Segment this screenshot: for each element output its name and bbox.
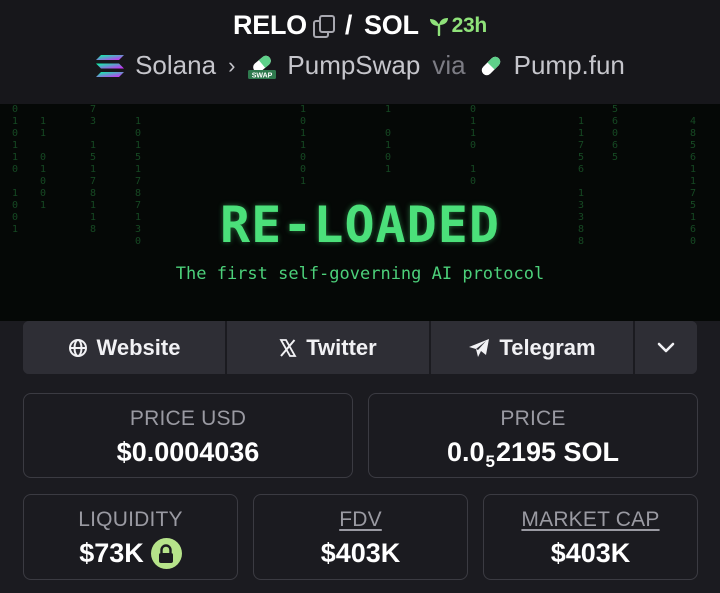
pair-separator: / — [344, 10, 353, 40]
banner-subtitle: The first self-governing AI protocol — [175, 264, 545, 284]
market-cap-label[interactable]: MARKET CAP — [484, 508, 697, 532]
price-suffix: 2195 SOL — [495, 437, 620, 467]
pumpfun-icon — [481, 56, 500, 75]
price-usd-value: $0.0004036 — [116, 437, 260, 467]
liquidity-value: $73K — [79, 538, 144, 568]
code-rain-column: 5 6 0 6 5 — [612, 104, 619, 163]
pair-header: RELO / SOL 23h Solana › SWAP PumpSwap vi… — [0, 0, 720, 104]
chevron-down-icon — [657, 342, 675, 352]
price-usd-label: PRICE USD — [129, 407, 247, 430]
chain-link[interactable]: Solana — [135, 50, 216, 81]
price-prefix: 0.0 — [446, 437, 485, 467]
liquidity-label: LIQUIDITY — [78, 508, 183, 531]
x-logo-icon — [279, 338, 297, 357]
telegram-button[interactable]: Telegram — [431, 321, 635, 374]
telegram-label: Telegram — [499, 334, 596, 360]
price-native-card: PRICE 0.0 5 2195 SOL — [368, 393, 698, 478]
pair-breadcrumb: Solana › SWAP PumpSwap via Pump.fun — [0, 50, 720, 81]
social-links-bar: Website Twitter Telegram — [23, 321, 697, 374]
website-button[interactable]: Website — [23, 321, 227, 374]
copy-icon[interactable] — [312, 14, 335, 38]
price-usd-card: PRICE USD $0.0004036 — [23, 393, 353, 478]
fdv-value: $403K — [320, 538, 401, 568]
code-rain-column: 1 0 1 1 0 0 1 — [300, 104, 307, 187]
code-rain-column: 0 1 1 0 1 0 — [470, 104, 477, 187]
more-links-button[interactable] — [635, 321, 697, 374]
website-label: Website — [96, 334, 181, 360]
fdv-card: FDV $403K — [253, 494, 468, 580]
market-cap-card: MARKET CAP $403K — [483, 494, 698, 580]
liquidity-card: LIQUIDITY $73K — [23, 494, 238, 580]
token-banner-image: 0 1 0 1 1 0 1 0 0 1 1 1 0 1 0 0 1 7 3 1 … — [0, 104, 720, 321]
fdv-label[interactable]: FDV — [254, 508, 467, 532]
lock-icon[interactable] — [150, 538, 182, 569]
pair-title: RELO / SOL 23h — [0, 10, 720, 41]
quote-token-symbol: SOL — [364, 10, 419, 40]
pair-age: 23h — [429, 14, 487, 38]
twitter-label: Twitter — [306, 334, 377, 360]
via-label: via — [432, 50, 466, 80]
globe-icon — [68, 338, 87, 357]
price-zero-count: 5 — [485, 451, 495, 471]
market-cap-value: $403K — [550, 538, 631, 568]
code-rain-column: 1 0 1 0 1 — [385, 104, 392, 175]
launchpad-link[interactable]: Pump.fun — [514, 50, 625, 81]
base-token-symbol: RELO — [233, 10, 307, 40]
sprout-icon — [429, 17, 448, 36]
pumpswap-icon: SWAP — [248, 55, 277, 79]
svg-text:SWAP: SWAP — [252, 72, 273, 79]
price-native-label: PRICE — [500, 407, 566, 430]
chevron-right-icon: › — [228, 52, 236, 78]
twitter-button[interactable]: Twitter — [227, 321, 431, 374]
telegram-icon — [469, 338, 490, 357]
solana-icon — [96, 54, 125, 77]
dex-link[interactable]: PumpSwap — [287, 50, 420, 81]
price-native-value: 0.0 5 2195 SOL — [369, 437, 697, 471]
liquidity-row: $73K — [24, 538, 237, 569]
pair-age-value: 23h — [451, 13, 488, 37]
banner-title: RE-LOADED — [220, 196, 500, 254]
